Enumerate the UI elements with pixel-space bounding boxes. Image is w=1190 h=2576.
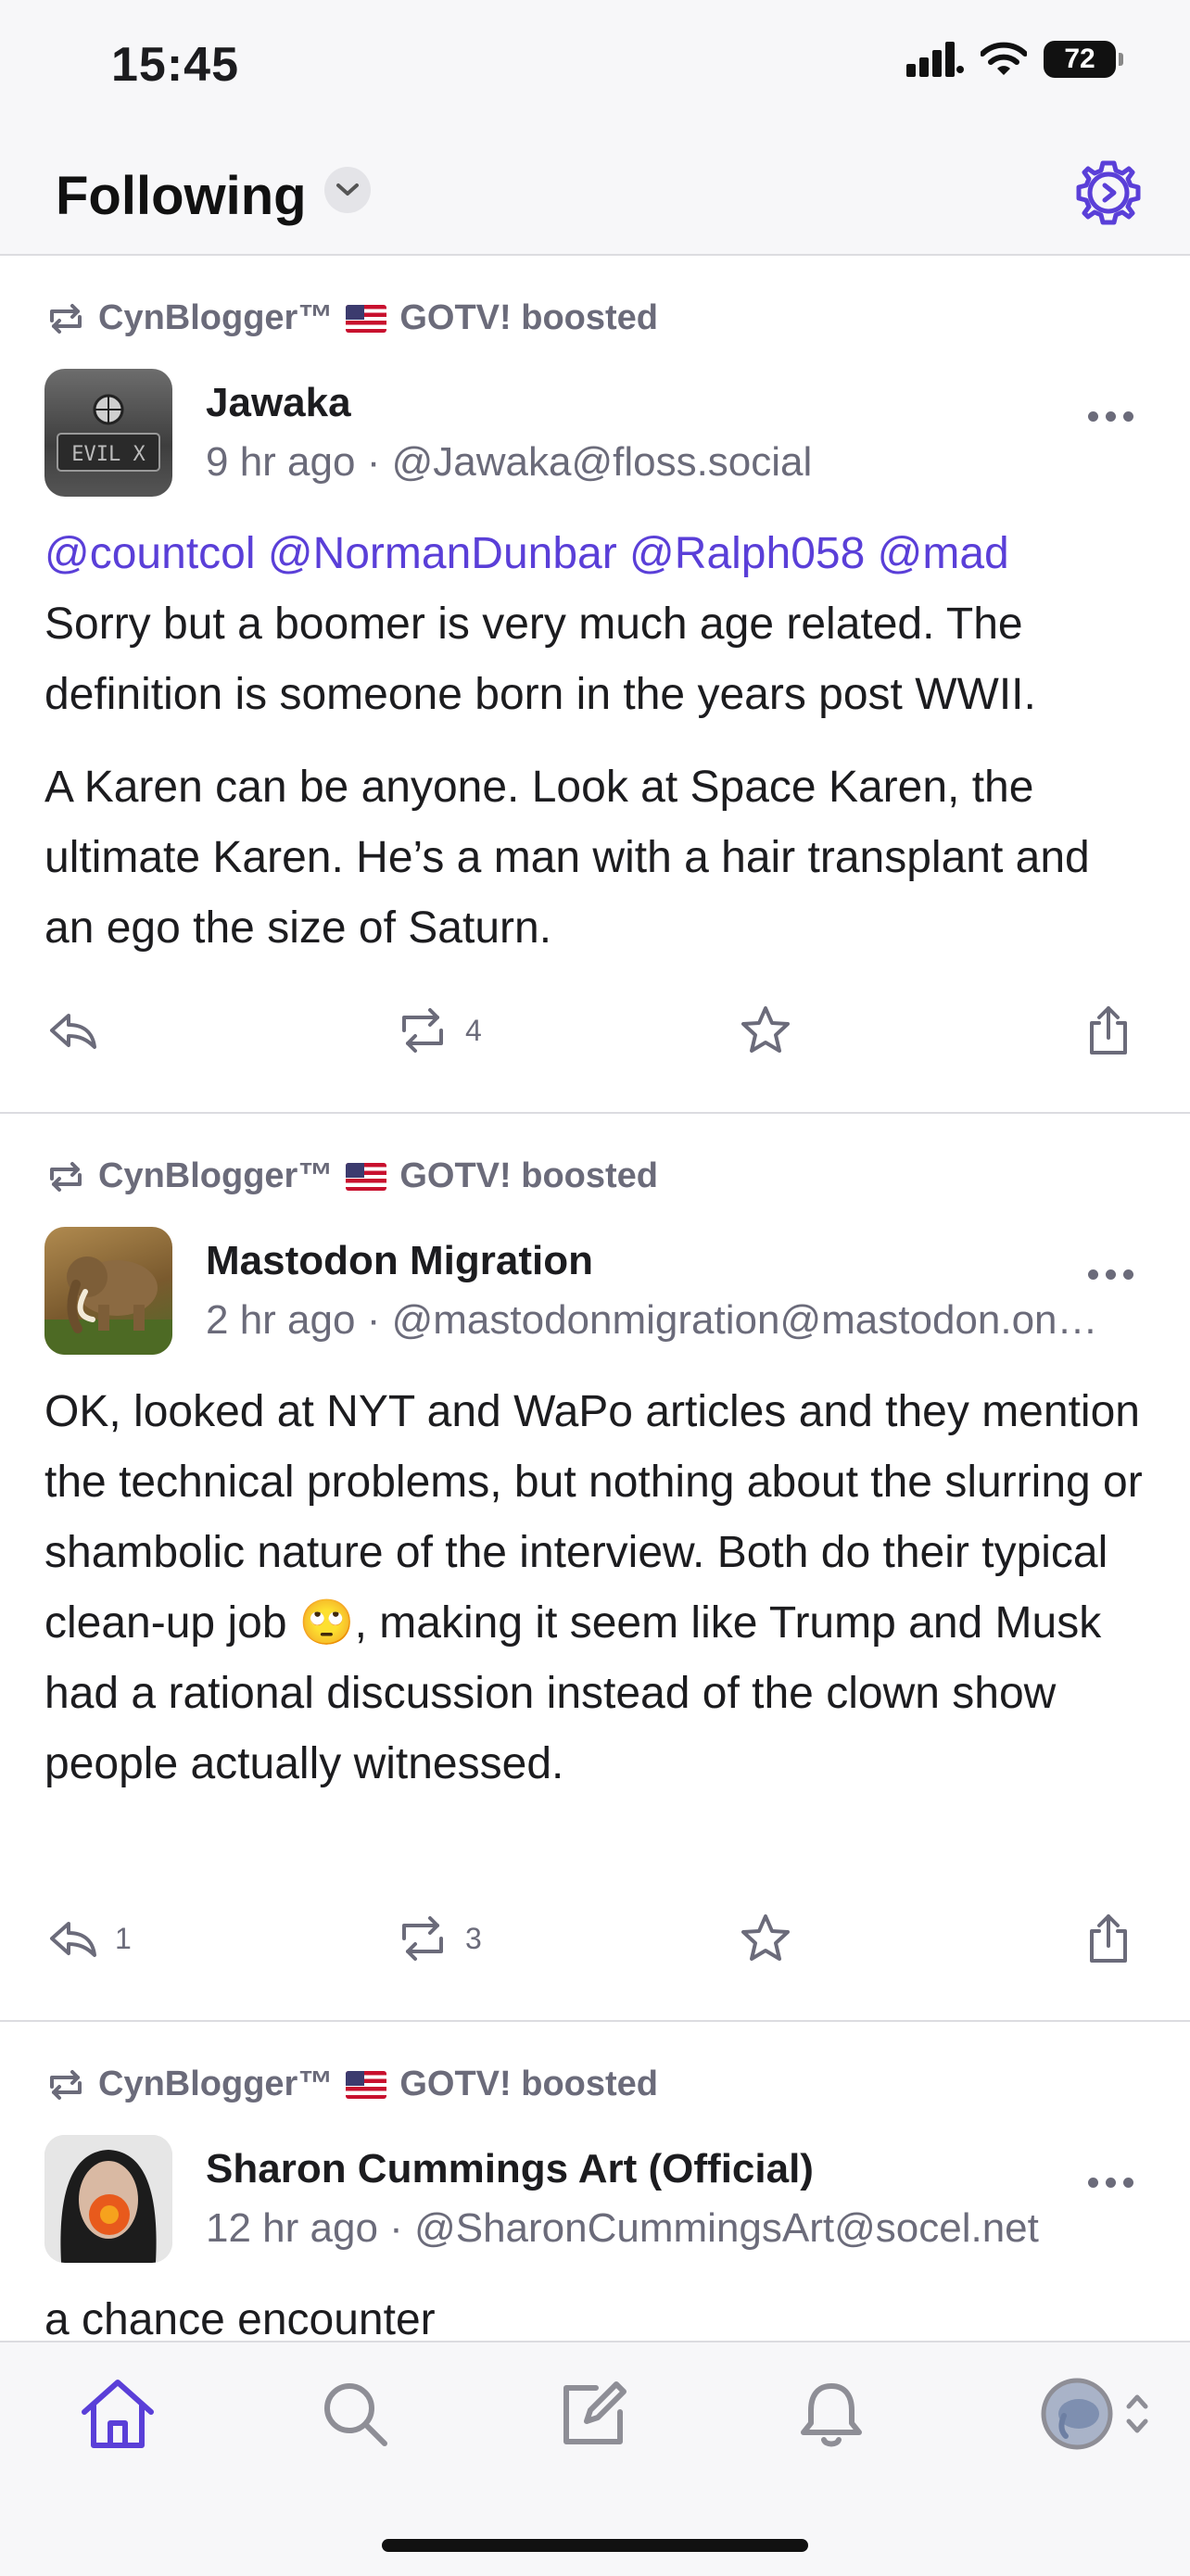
cellular-signal-icon bbox=[906, 42, 964, 77]
account-avatar bbox=[1041, 2378, 1113, 2450]
bottom-tab-bar bbox=[0, 2341, 1190, 2576]
timeline-feed: CynBlogger™ GOTV! boosted EVIL X Jawaka … bbox=[0, 256, 1190, 2393]
author-handle[interactable]: @SharonCummingsArt@socel.net bbox=[414, 2205, 1039, 2251]
tab-search[interactable] bbox=[313, 2372, 397, 2456]
avatar[interactable]: EVIL X bbox=[44, 369, 172, 497]
author-name[interactable]: Sharon Cummings Art (Official) bbox=[206, 2146, 814, 2192]
author-handle[interactable]: @Jawaka@floss.social bbox=[392, 439, 813, 485]
star-icon bbox=[741, 1914, 790, 1961]
post-time: 12 hr ago bbox=[206, 2205, 378, 2251]
tab-compose[interactable] bbox=[552, 2372, 636, 2456]
post-content: @countcol @NormanDunbar @Ralph058 @mad S… bbox=[44, 519, 1147, 986]
boost-icon bbox=[50, 1161, 82, 1192]
us-flag-icon bbox=[346, 304, 387, 333]
more-options-button[interactable] bbox=[1088, 402, 1144, 430]
avatar[interactable] bbox=[44, 2135, 172, 2263]
boost-attribution: CynBlogger™ GOTV! boosted bbox=[46, 1156, 658, 1196]
booster-suffix: GOTV! boosted bbox=[399, 298, 659, 337]
boost-button[interactable]: 4 bbox=[395, 1003, 482, 1058]
post-mentions[interactable]: @countcol @NormanDunbar @Ralph058 @mad bbox=[44, 529, 1009, 578]
post-meta: 12 hr ago · @SharonCummingsArt@socel.net bbox=[206, 2205, 1039, 2252]
post-actions: 4 bbox=[0, 1003, 1190, 1067]
avatar[interactable] bbox=[44, 1227, 172, 1355]
battery-icon: 72 bbox=[1044, 41, 1123, 78]
timeline-header: Following bbox=[0, 139, 1190, 256]
booster-name[interactable]: CynBlogger™ bbox=[98, 2065, 333, 2104]
battery-level: 72 bbox=[1064, 44, 1095, 74]
reply-button[interactable] bbox=[44, 1003, 115, 1058]
us-flag-icon bbox=[346, 1162, 387, 1191]
status-bar: 15:45 72 bbox=[0, 0, 1190, 139]
timeline-title[interactable]: Following bbox=[56, 165, 307, 227]
share-icon bbox=[1090, 1914, 1127, 1963]
meta-separator: · bbox=[366, 1297, 381, 1343]
post-card[interactable]: CynBlogger™ GOTV! boosted EVIL X Jawaka … bbox=[0, 256, 1190, 1114]
booster-name[interactable]: CynBlogger™ bbox=[98, 1156, 333, 1196]
mammoth-avatar-image bbox=[44, 1256, 172, 1355]
home-icon bbox=[82, 2380, 154, 2448]
boost-attribution: CynBlogger™ GOTV! boosted bbox=[46, 2065, 658, 2104]
share-icon bbox=[1090, 1006, 1127, 1054]
author-name[interactable]: Mastodon Migration bbox=[206, 1238, 593, 1284]
meta-separator: · bbox=[366, 439, 381, 485]
portrait-avatar-image bbox=[44, 2135, 172, 2263]
booster-suffix: GOTV! boosted bbox=[399, 1156, 659, 1195]
avatar-plate-text: EVIL X bbox=[71, 443, 146, 466]
compose-icon bbox=[563, 2381, 627, 2444]
booster-suffix: GOTV! boosted bbox=[399, 2065, 659, 2103]
search-icon bbox=[324, 2383, 387, 2446]
gear-icon[interactable] bbox=[1073, 158, 1144, 228]
tab-profile[interactable] bbox=[1031, 2372, 1160, 2456]
avatar-image: EVIL X bbox=[57, 394, 160, 472]
booster-name[interactable]: CynBlogger™ bbox=[98, 298, 333, 338]
tab-home[interactable] bbox=[76, 2372, 159, 2456]
status-icons: 72 bbox=[906, 41, 1123, 78]
home-indicator[interactable] bbox=[382, 2539, 808, 2552]
boost-icon bbox=[50, 303, 82, 334]
post-time: 9 hr ago bbox=[206, 439, 356, 485]
post-card[interactable]: CynBlogger™ GOTV! boosted Sharon Cumming… bbox=[0, 2022, 1190, 2393]
bell-icon bbox=[801, 2383, 862, 2447]
reply-count: 1 bbox=[115, 1921, 132, 1955]
boost-icon bbox=[50, 2069, 82, 2100]
favorite-button[interactable] bbox=[738, 1911, 793, 1966]
tab-notifications[interactable] bbox=[790, 2372, 873, 2456]
share-button[interactable] bbox=[1081, 1003, 1136, 1058]
status-time: 15:45 bbox=[111, 38, 239, 92]
author-name[interactable]: Jawaka bbox=[206, 380, 351, 426]
meta-separator: · bbox=[389, 2205, 403, 2251]
account-switcher-icon bbox=[1126, 2394, 1148, 2433]
post-card[interactable]: CynBlogger™ GOTV! boosted Mastodon Migra… bbox=[0, 1114, 1190, 2022]
post-time: 2 hr ago bbox=[206, 1297, 356, 1343]
reply-icon bbox=[50, 1014, 96, 1049]
wifi-icon bbox=[981, 42, 1027, 75]
share-button[interactable] bbox=[1081, 1911, 1136, 1966]
chevron-down-icon bbox=[336, 183, 359, 196]
post-meta: 2 hr ago · @mastodonmigration@mastodon.o… bbox=[206, 1297, 1098, 1344]
post-paragraph: A Karen can be anyone. Look at Space Kar… bbox=[44, 763, 1090, 953]
more-options-button[interactable] bbox=[1088, 2168, 1144, 2196]
boost-icon bbox=[402, 1008, 443, 1053]
post-content: OK, looked at NYT and WaPo articles and … bbox=[44, 1377, 1147, 1822]
boost-count: 3 bbox=[465, 1921, 482, 1955]
favorite-button[interactable] bbox=[738, 1003, 793, 1058]
reply-icon bbox=[50, 1922, 96, 1957]
boost-button[interactable]: 3 bbox=[395, 1911, 482, 1966]
boost-count: 4 bbox=[465, 1013, 482, 1047]
post-actions: 1 3 bbox=[0, 1911, 1190, 1976]
us-flag-icon bbox=[346, 2070, 387, 2099]
more-options-button[interactable] bbox=[1088, 1260, 1144, 1288]
timeline-picker-button[interactable] bbox=[324, 167, 371, 213]
author-handle[interactable]: @mastodonmigration@mastodon.on… bbox=[392, 1297, 1098, 1343]
post-paragraph: OK, looked at NYT and WaPo articles and … bbox=[44, 1387, 1143, 1788]
star-icon bbox=[741, 1006, 790, 1053]
boost-icon bbox=[402, 1916, 443, 1961]
boost-attribution: CynBlogger™ GOTV! boosted bbox=[46, 298, 658, 338]
post-paragraph: Sorry but a boomer is very much age rela… bbox=[44, 600, 1036, 719]
post-meta: 9 hr ago · @Jawaka@floss.social bbox=[206, 439, 812, 486]
reply-button[interactable]: 1 bbox=[44, 1911, 132, 1966]
